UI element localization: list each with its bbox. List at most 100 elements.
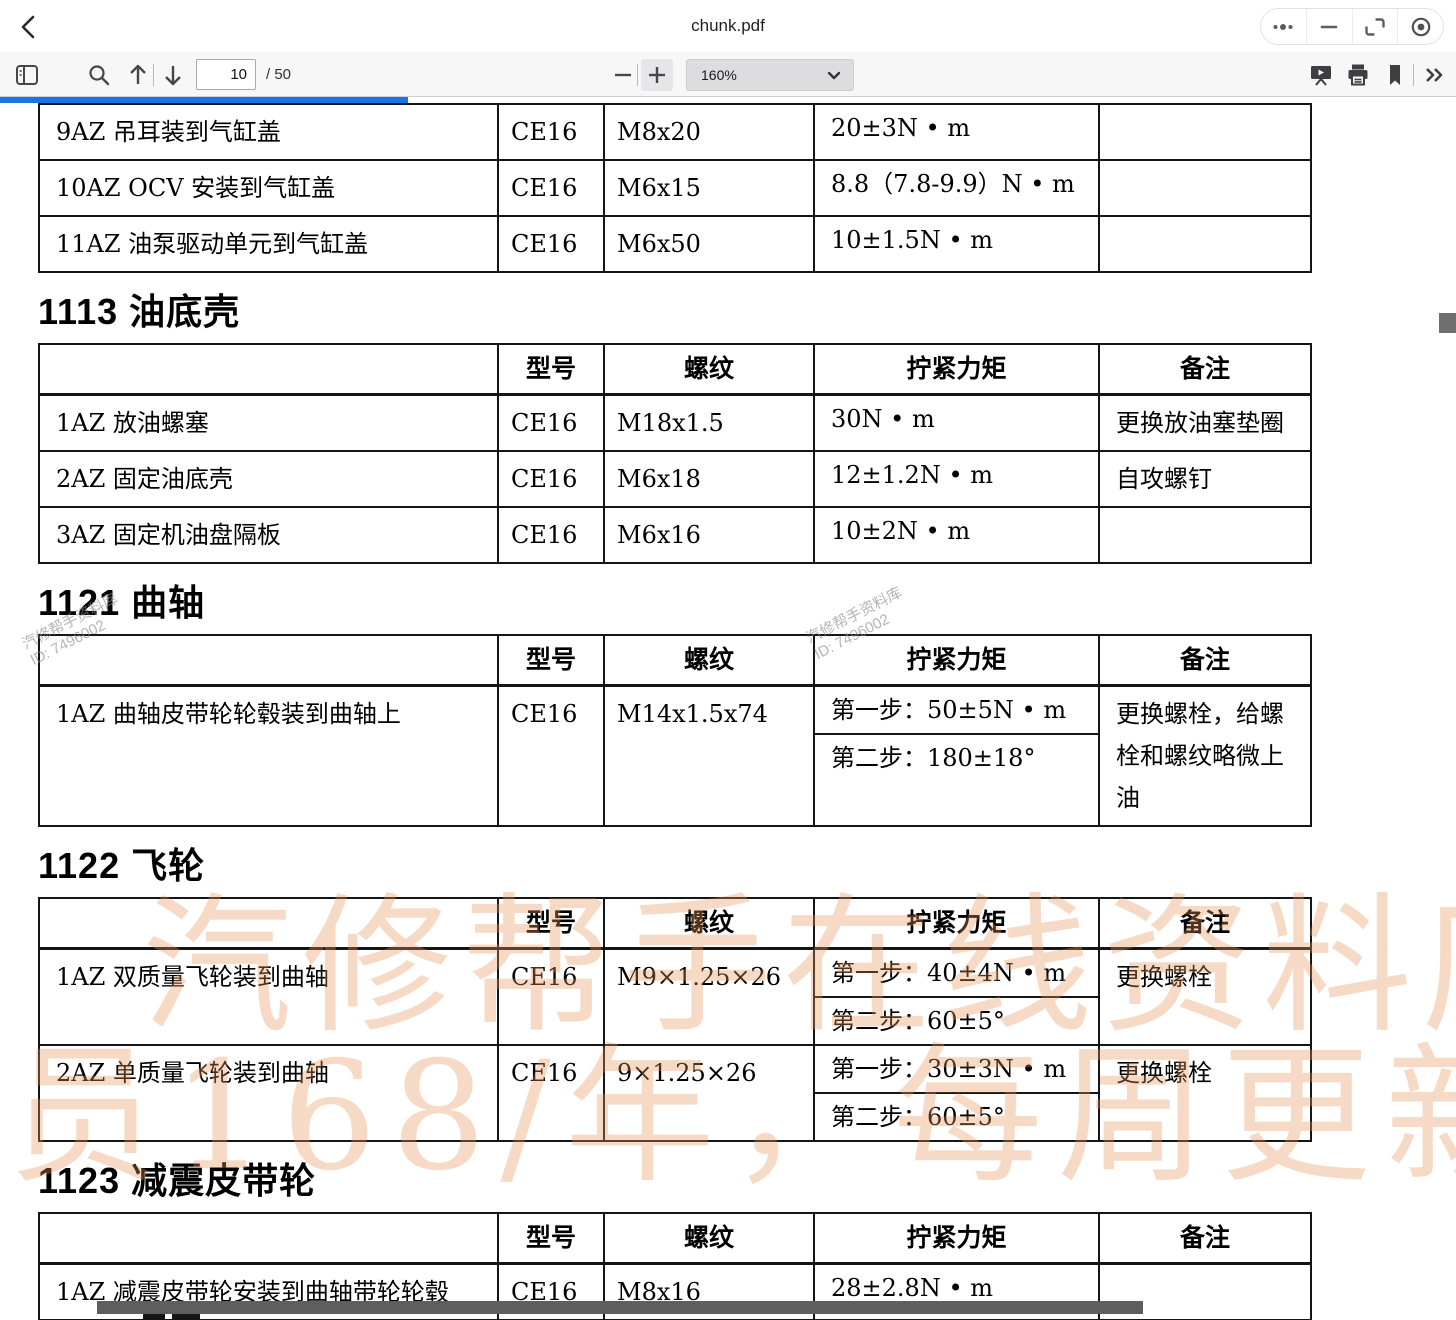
spec-table: 型号螺纹拧紧力矩备注1AZ 双质量飞轮装到曲轴CE16M9×1.25×26第一步…: [38, 897, 1312, 1142]
remark-cell: 更换螺栓，给螺栓和螺纹略微上油: [1099, 686, 1311, 827]
minimize-button[interactable]: [1306, 9, 1352, 44]
toolbar-divider: [1413, 64, 1414, 86]
table-row: 2AZ 单质量飞轮装到曲轴CE169×1.25×26第一步：30±3N • m第…: [39, 1045, 1311, 1141]
minus-icon: [610, 62, 636, 88]
spec-table: 型号螺纹拧紧力矩备注1AZ 放油螺塞CE16M18x1.530N • m更换放油…: [38, 343, 1312, 564]
pdf-toolbar: / 50 160%: [0, 52, 1456, 97]
column-header: 型号: [498, 344, 604, 395]
zoom-out-button[interactable]: [610, 62, 636, 88]
print-button[interactable]: [1345, 62, 1371, 88]
arrow-up-icon: [125, 62, 151, 88]
thread-cell: M6x18: [604, 451, 814, 507]
presentation-mode-icon: [1308, 62, 1334, 88]
torque-cell: 10±1.5N • m: [814, 216, 1099, 272]
restore-window-button[interactable]: [1352, 9, 1398, 44]
thread-cell: M6x15: [604, 160, 814, 216]
search-button[interactable]: [86, 62, 112, 88]
more-tools-button[interactable]: [1422, 62, 1448, 88]
table-header-row: 型号螺纹拧紧力矩备注: [39, 344, 1311, 395]
column-header: 拧紧力矩: [814, 344, 1099, 395]
fastener-desc-cell: 10AZ OCV 安装到气缸盖: [39, 160, 498, 216]
torque-cell: 第一步：50±5N • m第二步：180±18°: [814, 686, 1099, 827]
window-titlebar: chunk.pdf: [0, 0, 1456, 52]
torque-cell: 第一步：30±3N • m第二步：60±5°: [814, 1045, 1099, 1141]
torque-step: 第一步：40±4N • m: [815, 950, 1098, 996]
pdf-viewer-window: chunk.pdf: [0, 0, 1456, 1320]
document-title: chunk.pdf: [0, 0, 1456, 52]
column-header: [39, 898, 498, 949]
fastener-desc-cell: 2AZ 固定油底壳: [39, 451, 498, 507]
model-cell: CE16: [498, 451, 604, 507]
column-header: 螺纹: [604, 1213, 814, 1264]
torque-cell: 20±3N • m: [814, 104, 1099, 160]
torque-step: 12±1.2N • m: [815, 452, 1098, 498]
torque-step: 10±2N • m: [815, 508, 1098, 554]
spec-table: 型号螺纹拧紧力矩备注1AZ 曲轴皮带轮轮毂装到曲轴上CE16M14x1.5x74…: [38, 634, 1312, 827]
sidebar-toggle-button[interactable]: [14, 62, 40, 88]
record-target-icon: [1408, 14, 1434, 40]
clipped-text-fragment: [172, 1314, 200, 1320]
table-header-row: 型号螺纹拧紧力矩备注: [39, 898, 1311, 949]
column-header: 螺纹: [604, 344, 814, 395]
previous-page-button[interactable]: [125, 62, 151, 88]
toolbar-divider: [637, 64, 638, 86]
table-row: 9AZ 吊耳装到气缸盖CE16M8x2020±3N • m: [39, 104, 1311, 160]
table-header-row: 型号螺纹拧紧力矩备注: [39, 635, 1311, 686]
bottom-dark-bar: [97, 1301, 1143, 1314]
torque-cell: 10±2N • m: [814, 507, 1099, 563]
bookmark-icon: [1382, 62, 1408, 88]
torque-cell: 第一步：40±4N • m第二步：60±5°: [814, 949, 1099, 1046]
model-cell: CE16: [498, 507, 604, 563]
table-row: 10AZ OCV 安装到气缸盖CE16M6x158.8（7.8-9.9）N • …: [39, 160, 1311, 216]
column-header: 型号: [498, 635, 604, 686]
page-count-label: / 50: [266, 52, 291, 97]
presentation-mode-button[interactable]: [1308, 62, 1334, 88]
spec-table: 9AZ 吊耳装到气缸盖CE16M8x2020±3N • m10AZ OCV 安装…: [38, 103, 1312, 273]
arrow-down-icon: [160, 62, 186, 88]
torque-step: 30N • m: [815, 396, 1098, 442]
zoom-level-select[interactable]: 160%: [686, 59, 854, 91]
more-options-button[interactable]: [1261, 9, 1306, 44]
remark-cell: [1099, 160, 1311, 216]
search-icon: [86, 62, 112, 88]
pdf-document: 9AZ 吊耳装到气缸盖CE16M8x2020±3N • m10AZ OCV 安装…: [38, 103, 1310, 1320]
next-page-button[interactable]: [160, 62, 186, 88]
thread-cell: M18x1.5: [604, 395, 814, 452]
chevron-down-icon: [825, 64, 843, 86]
column-header: 拧紧力矩: [814, 635, 1099, 686]
column-header: 备注: [1099, 1213, 1311, 1264]
column-header: 型号: [498, 1213, 604, 1264]
column-header: 螺纹: [604, 898, 814, 949]
record-target-button[interactable]: [1397, 9, 1443, 44]
vertical-scrollbar-thumb[interactable]: [1439, 313, 1456, 333]
torque-step: 10±1.5N • m: [815, 217, 1098, 263]
restore-window-icon: [1362, 14, 1388, 40]
fastener-desc-cell: 1AZ 放油螺塞: [39, 395, 498, 452]
column-header: 螺纹: [604, 635, 814, 686]
table-row: 11AZ 油泵驱动单元到气缸盖CE16M6x5010±1.5N • m: [39, 216, 1311, 272]
plus-icon: [641, 59, 673, 91]
print-icon: [1345, 62, 1371, 88]
torque-step: 第二步：60±5°: [815, 996, 1098, 1044]
torque-step: 8.8（7.8-9.9）N • m: [815, 161, 1098, 207]
thread-cell: M6x50: [604, 216, 814, 272]
thread-cell: M9×1.25×26: [604, 949, 814, 1046]
remark-cell: 更换螺栓: [1099, 949, 1311, 1046]
more-options-icon: [1270, 14, 1296, 40]
column-header: 备注: [1099, 635, 1311, 686]
bookmark-button[interactable]: [1382, 62, 1408, 88]
model-cell: CE16: [498, 160, 604, 216]
remark-cell: 自攻螺钉: [1099, 451, 1311, 507]
remark-cell: [1099, 507, 1311, 563]
page-number-input[interactable]: [196, 59, 256, 90]
zoom-level-value: 160%: [701, 67, 737, 83]
section-heading: 1122 飞轮: [38, 837, 1310, 889]
column-header: 备注: [1099, 344, 1311, 395]
torque-cell: 8.8（7.8-9.9）N • m: [814, 160, 1099, 216]
table-row: 2AZ 固定油底壳CE16M6x1812±1.2N • m自攻螺钉: [39, 451, 1311, 507]
column-header: [39, 1213, 498, 1264]
table-row: 1AZ 双质量飞轮装到曲轴CE16M9×1.25×26第一步：40±4N • m…: [39, 949, 1311, 1046]
thread-cell: 9×1.25×26: [604, 1045, 814, 1141]
zoom-in-button[interactable]: [641, 59, 673, 91]
torque-step: 20±3N • m: [815, 105, 1098, 151]
